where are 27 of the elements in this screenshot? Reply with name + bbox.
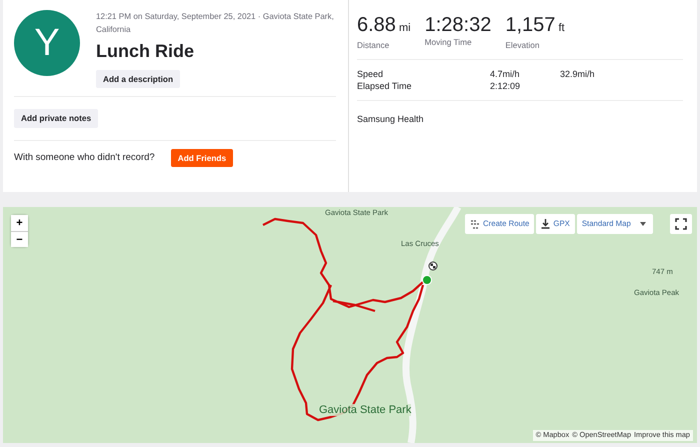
stat-label: Elevation xyxy=(505,39,540,52)
route-icon xyxy=(470,220,480,228)
stat-label: Elapsed Time xyxy=(357,80,413,92)
stat-value: 2:12:09 xyxy=(490,80,522,92)
stat-value: 6.88 mi xyxy=(357,14,411,38)
fullscreen-icon[interactable] xyxy=(670,214,692,234)
add-private-notes-button[interactable]: Add private notes xyxy=(14,109,98,128)
add-description-button[interactable]: Add a description xyxy=(96,70,180,88)
device-name: Samsung Health xyxy=(357,113,425,126)
stat-value: 1:28:32 xyxy=(424,14,492,36)
finish-flag-icon xyxy=(428,262,438,270)
caret-icon xyxy=(640,222,646,226)
map-label: Gaviota State Park xyxy=(319,404,412,416)
stat-value: 32.9mi/h xyxy=(560,68,596,80)
stat-label: Speed xyxy=(357,68,384,80)
stat-value: 1,157 ft xyxy=(505,14,565,38)
start-marker xyxy=(422,275,432,285)
stat-label: Moving Time xyxy=(424,36,473,48)
stat-value: 4.7mi/h xyxy=(490,68,521,80)
activity-title: Lunch Ride xyxy=(96,40,195,62)
stat-label: Distance xyxy=(357,39,390,52)
avatar-circle: Y xyxy=(14,10,80,76)
download-icon xyxy=(541,219,550,229)
zoom-in-button[interactable]: + xyxy=(11,215,28,231)
activity-datetime-location: 12:21 PM on Saturday, September 25, 2021 · Gaviota State Park, California xyxy=(96,11,335,36)
zoom-out-button[interactable]: − xyxy=(11,231,28,247)
friends-prompt: With someone who didn't record? xyxy=(14,150,155,165)
